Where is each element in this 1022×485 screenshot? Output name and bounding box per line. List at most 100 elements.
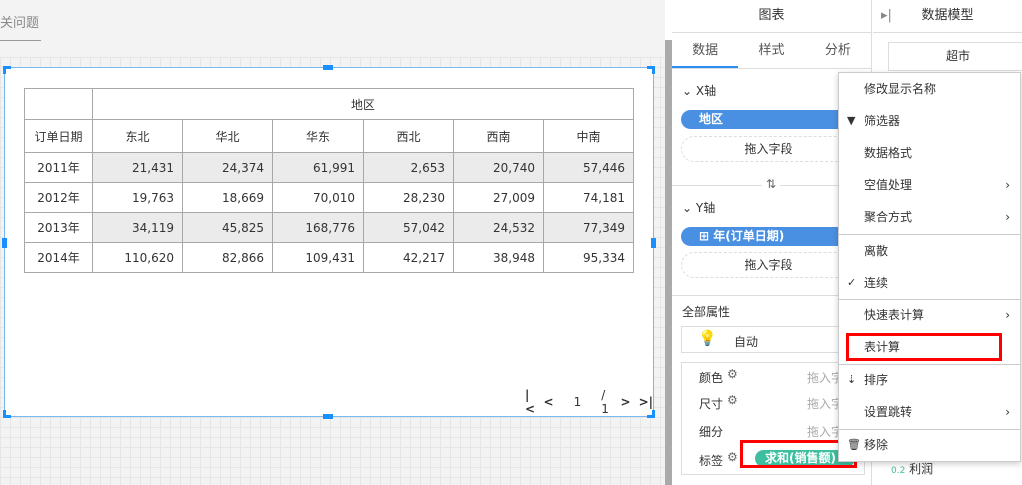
first-page-icon[interactable]: |< — [525, 388, 536, 416]
highlight-box — [846, 333, 1002, 361]
menu-item-format[interactable]: 数据格式 — [839, 137, 1020, 169]
x-axis-label: X轴 — [695, 84, 717, 98]
data-model-header: ▸| 数据模型 — [873, 0, 1022, 33]
lightbulb-icon: 💡 — [698, 329, 717, 347]
table-icon: ⊞ — [699, 229, 710, 243]
tab-style[interactable]: 样式 — [738, 33, 804, 68]
value-cell: 19,763 — [92, 182, 183, 213]
x-drop-zone[interactable]: 拖入字段 — [681, 136, 856, 162]
value-cell: 57,446 — [543, 152, 634, 183]
menu-item-null[interactable]: 空值处理 › — [839, 169, 1020, 201]
page-total: / 1 — [601, 388, 609, 416]
sort-icon: ⇣ — [847, 373, 857, 386]
chevron-right-icon: › — [1005, 178, 1010, 192]
value-cell: 74,181 — [543, 182, 634, 213]
value-cell: 34,119 — [92, 212, 183, 243]
y-axis-section[interactable]: ⌄ Y轴 — [682, 199, 715, 216]
value-cell: 21,431 — [92, 152, 183, 183]
gear-icon[interactable]: ⚙ — [727, 367, 738, 381]
region-header: 地区 — [92, 88, 634, 120]
value-cell: 24,532 — [453, 212, 544, 243]
value-cell: 45,825 — [182, 212, 273, 243]
measure-icon: 0.2 — [891, 466, 906, 476]
field-item[interactable]: 0.2 利润 — [891, 460, 933, 477]
tab-analysis[interactable]: 分析 — [805, 33, 871, 68]
all-properties-label: 全部属性 — [682, 305, 731, 319]
menu-item-rename[interactable]: 修改显示名称 — [839, 73, 1020, 105]
column-header: 西北 — [363, 119, 454, 153]
column-header: 中南 — [543, 119, 634, 153]
last-page-icon[interactable]: >| — [639, 395, 653, 409]
resize-handle[interactable] — [323, 414, 333, 419]
gear-icon[interactable]: ⚙ — [727, 393, 738, 407]
detail-label: 细分 — [699, 425, 724, 439]
gear-icon[interactable]: ⚙ — [727, 450, 738, 464]
check-icon: ✓ — [847, 276, 857, 289]
year-cell: 2012年 — [24, 182, 93, 213]
value-cell: 168,776 — [272, 212, 364, 243]
dashboard-title[interactable]: 关问题 — [0, 12, 39, 31]
x-axis-section[interactable]: ⌄ X轴 — [682, 82, 716, 99]
resize-handle[interactable] — [651, 238, 656, 248]
next-page-icon[interactable]: > — [621, 395, 631, 409]
year-cell: 2014年 — [24, 242, 93, 273]
column-header: 华东 — [272, 119, 364, 153]
resize-handle[interactable] — [323, 65, 333, 70]
corner-cell — [24, 88, 93, 120]
menu-item-remove[interactable]: 🗑 移除 — [839, 429, 1020, 461]
collapse-panel-icon[interactable]: ▸| — [881, 0, 892, 32]
value-cell: 18,669 — [182, 182, 273, 213]
year-cell: 2011年 — [24, 152, 93, 183]
y-drop-zone[interactable]: 拖入字段 — [681, 252, 856, 278]
menu-item-discrete[interactable]: 离散 — [839, 235, 1020, 267]
table-row: 2011年 21,431 24,374 61,991 2,653 20,740 57,446 — [24, 152, 634, 183]
chevron-right-icon: › — [1005, 405, 1010, 419]
pivot-table: 地区 订单日期 东北 华北 华东 西北 西南 中南 2011年 21,431 24,… — [24, 88, 634, 273]
year-cell: 2013年 — [24, 212, 93, 243]
filter-icon: ▼ — [847, 114, 856, 127]
chevron-down-icon: ⌄ — [682, 84, 693, 98]
resize-handle[interactable] — [3, 410, 6, 418]
panel-title: 图表 — [672, 0, 871, 33]
tab-data[interactable]: 数据 — [672, 33, 739, 68]
menu-item-jump[interactable]: 设置跳转 › — [839, 396, 1020, 428]
x-field-pill[interactable]: 地区 — [681, 110, 856, 129]
trash-icon: 🗑 — [847, 438, 861, 451]
table-widget[interactable]: 地区 订单日期 东北 华北 华东 西北 西南 中南 2011年 21,431 24,… — [2, 65, 656, 419]
value-cell: 20,740 — [453, 152, 544, 183]
title-underline — [0, 40, 41, 41]
value-cell: 70,010 — [272, 182, 364, 213]
table-row: 2012年 19,763 18,669 70,010 28,230 27,009 74,18… — [24, 182, 634, 213]
swap-axes-icon[interactable]: ⇅ — [762, 177, 781, 191]
column-header: 西南 — [453, 119, 544, 153]
data-model-title: 数据模型 — [921, 8, 974, 23]
column-header: 华北 — [182, 119, 273, 153]
value-cell: 2,653 — [363, 152, 454, 183]
chevron-right-icon: › — [1005, 308, 1010, 322]
value-cell: 28,230 — [363, 182, 454, 213]
mark-type-value: 自动 — [734, 335, 759, 349]
menu-item-filter[interactable]: ▼ 筛选器 — [839, 105, 1020, 137]
value-cell: 61,991 — [272, 152, 364, 183]
menu-item-continuous[interactable]: ✓ 连续 — [839, 267, 1020, 299]
prev-page-icon[interactable]: < — [544, 395, 554, 409]
menu-item-aggregate[interactable]: 聚合方式 › — [839, 201, 1020, 233]
resize-handle[interactable] — [652, 66, 655, 74]
canvas-scrollbar[interactable] — [665, 40, 672, 485]
dataset-select[interactable]: 超市 — [888, 42, 1022, 71]
size-label: 尺寸 — [699, 397, 724, 411]
value-cell: 95,334 — [543, 242, 634, 273]
resize-handle[interactable] — [2, 238, 7, 248]
resize-handle[interactable] — [3, 66, 6, 74]
y-field-pill[interactable]: ⊞ 年(订单日期) — [681, 227, 856, 246]
menu-item-quick-calc[interactable]: 快速表计算 › — [839, 299, 1020, 331]
value-cell: 42,217 — [363, 242, 454, 273]
chevron-down-icon: ⌄ — [682, 201, 693, 215]
menu-item-sort[interactable]: ⇣ 排序 — [839, 364, 1020, 396]
page-input[interactable]: 1 — [574, 395, 582, 409]
value-cell: 109,431 — [272, 242, 364, 273]
value-cell: 57,042 — [363, 212, 454, 243]
value-cell: 38,948 — [453, 242, 544, 273]
row-header: 订单日期 — [24, 119, 93, 153]
pagination: |< < 1 / 1 > >| — [525, 388, 653, 416]
